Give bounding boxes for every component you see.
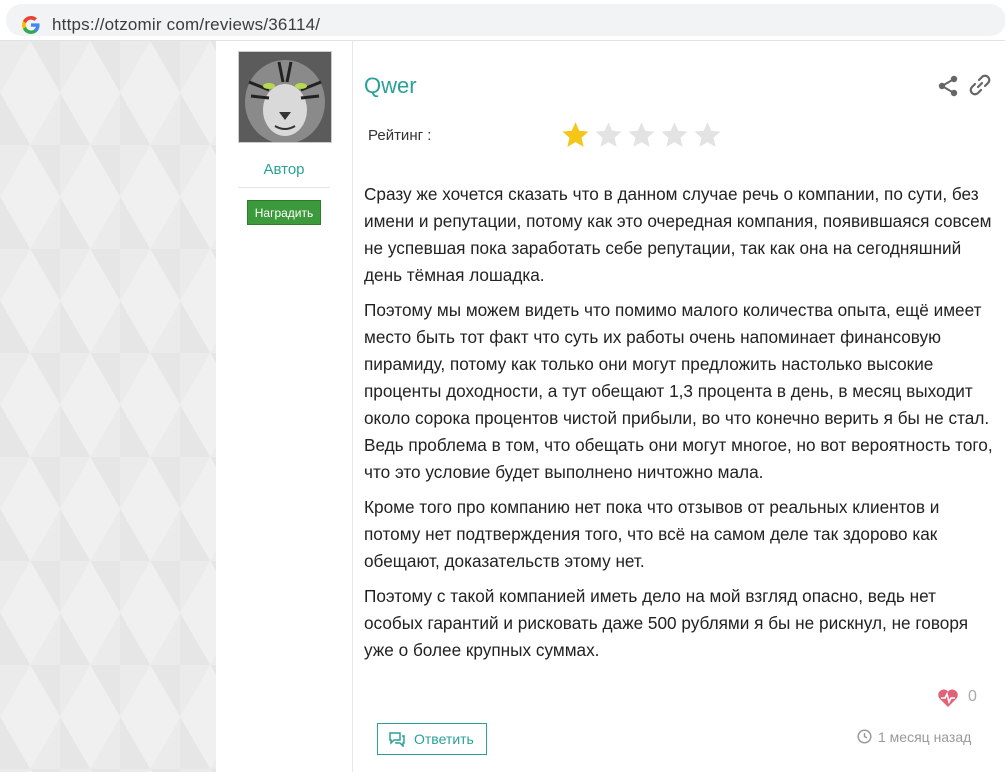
reply-button[interactable]: Ответить <box>377 723 487 755</box>
review-paragraph: Поэтому мы можем видеть что помимо малог… <box>364 300 993 482</box>
review-card: Автор Наградить Qwer Рейтинг : Сразу же … <box>216 41 1005 772</box>
browser-address-bar: https://otzomir com/reviews/36114/ <box>0 0 1005 41</box>
star-empty-icon <box>661 122 688 147</box>
review-paragraph: Кроме того про компанию нет пока что отз… <box>364 497 940 571</box>
background-pattern <box>0 41 216 772</box>
review-paragraph: Сразу же хочется сказать что в данном сл… <box>364 184 992 285</box>
reward-button[interactable]: Наградить <box>247 200 321 225</box>
star-empty-icon <box>595 122 622 147</box>
star-filled-icon <box>562 122 589 147</box>
link-icon[interactable] <box>969 74 991 96</box>
url-field[interactable]: https://otzomir com/reviews/36114/ <box>6 4 1005 36</box>
star-empty-icon <box>628 122 655 147</box>
avatar[interactable] <box>238 51 332 143</box>
heart-icon[interactable] <box>937 688 959 708</box>
rating-label: Рейтинг : <box>368 127 432 144</box>
google-g-icon <box>22 16 40 34</box>
reply-button-label: Ответить <box>414 731 474 747</box>
tiger-avatar <box>239 52 331 142</box>
share-icon[interactable] <box>937 75 959 97</box>
star-empty-icon <box>694 122 721 147</box>
star-rating <box>560 120 723 150</box>
review-username[interactable]: Qwer <box>364 73 417 99</box>
review-text: Сразу же хочется сказать что в данном сл… <box>364 181 994 672</box>
author-column: Автор Наградить <box>216 41 353 772</box>
clock-icon <box>857 729 872 744</box>
like-count: 0 <box>968 688 977 705</box>
review-timestamp: 1 месяц назад <box>878 729 972 745</box>
review-paragraph: Поэтому с такой компанией иметь дело на … <box>364 586 969 660</box>
comments-icon <box>389 732 405 747</box>
url-text: https://otzomir com/reviews/36114/ <box>52 15 321 34</box>
author-role-label: Автор <box>238 153 330 188</box>
